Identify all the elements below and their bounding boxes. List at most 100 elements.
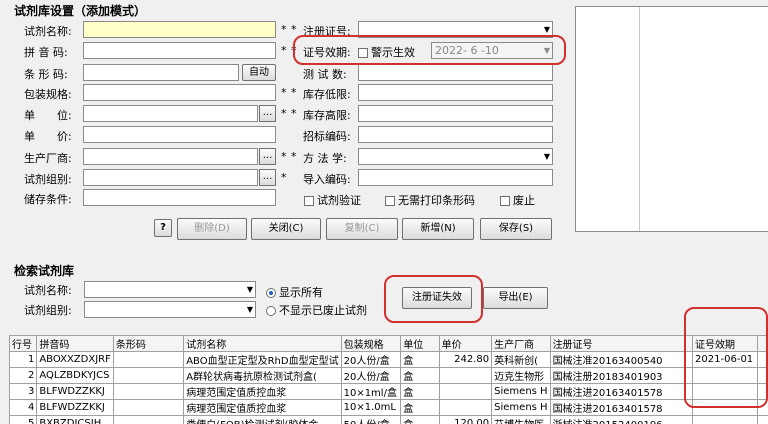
search-name-select[interactable]: ▼: [84, 281, 256, 298]
auto-button[interactable]: 自动: [242, 64, 276, 81]
table-cell: BLFWDZZKKJ: [36, 399, 114, 416]
table-cell: [438, 399, 493, 416]
ellipsis-button[interactable]: ...: [259, 105, 276, 122]
field-label: 生产厂商:: [24, 152, 72, 165]
reagent-verify-label: 试剂验证: [317, 194, 361, 207]
search-group-label: 试剂组别:: [24, 304, 72, 317]
table-row[interactable]: 2 AQLZBDKYJCS A群轮状病毒抗原检测试剂盒(20人份/盒盒 迈克生物形 国械…: [9, 367, 768, 384]
column-header[interactable]: 条形码: [112, 335, 185, 352]
chevron-down-icon: ▼: [543, 152, 550, 161]
table-row[interactable]: 1 ABOXXZDXJRF ABO血型正定型及RhD血型定型试 20人份/盒盒 242.…: [9, 351, 768, 368]
field-input[interactable]: [83, 126, 276, 143]
export-button[interactable]: 导出(E): [483, 287, 548, 309]
table-cell: ABOXXZDXJRF: [36, 351, 114, 368]
field-label: 拼 音 码:: [24, 46, 68, 59]
table-cell: 病理范围定值质控血浆: [183, 399, 342, 416]
table-row[interactable]: 3 BLFWDZZKKJ 病理范围定值质控血浆 10×1ml/盒盒 Siemens H国…: [9, 383, 768, 400]
field-input[interactable]: [358, 105, 553, 122]
required-star: *: [281, 44, 287, 57]
chevron-down-icon: ▼: [246, 285, 253, 294]
table-cell: 国械注准20163400540: [549, 351, 694, 368]
field-input[interactable]: [83, 148, 258, 165]
table-row[interactable]: 4 BLFWDZZKKJ 病理范围定值质控血浆 10×1.0mL 盒 Siemens H国…: [9, 399, 768, 416]
field-label: 单 价:: [24, 130, 72, 143]
field-label: 测 试 数:: [303, 68, 347, 81]
field-input[interactable]: [83, 21, 276, 38]
no-barcode-checkbox[interactable]: 无需打印条形码: [385, 192, 475, 208]
search-title: 检索试剂库: [14, 264, 75, 278]
table-cell: 5: [9, 415, 38, 424]
no-barcode-label: 无需打印条形码: [398, 194, 475, 207]
annotation-ring-expiry-column: [684, 307, 768, 408]
table-cell: 3: [9, 383, 38, 400]
radio-show-all[interactable]: 显示所有: [266, 284, 323, 300]
reagent-verify-checkbox[interactable]: 试剂验证: [304, 192, 361, 208]
required-star: *: [291, 150, 297, 163]
table-cell: 10×1ml/盒: [340, 383, 402, 400]
table-cell: [692, 415, 759, 424]
table-cell: 盒: [400, 351, 440, 368]
field-input[interactable]: [358, 64, 553, 81]
ellipsis-button[interactable]: ...: [259, 169, 276, 186]
field-input[interactable]: [83, 84, 276, 101]
column-header[interactable]: 拼音码: [36, 335, 114, 352]
field-input[interactable]: [83, 42, 276, 59]
column-header[interactable]: 单价: [438, 335, 493, 352]
table-cell: 242.80: [438, 351, 493, 368]
table-cell: 20人份/盒: [340, 367, 402, 384]
table-cell: 病理范围定值质控血浆: [183, 383, 342, 400]
required-star: *: [281, 23, 287, 36]
field-input[interactable]: ▼: [358, 148, 553, 165]
copy-button[interactable]: 复制(C): [326, 218, 398, 240]
field-label: 导入编码:: [303, 173, 351, 186]
column-header[interactable]: 行号: [9, 335, 38, 352]
chevron-down-icon: ▼: [246, 305, 253, 314]
table-cell: 50人份/盒: [340, 415, 402, 424]
search-name-label: 试剂名称:: [24, 284, 72, 297]
required-star: *: [281, 107, 287, 120]
help-button[interactable]: ?: [154, 219, 172, 237]
column-header[interactable]: 生产厂商: [491, 335, 551, 352]
close-button[interactable]: 关闭(C): [251, 218, 321, 240]
field-label: 试剂名称:: [24, 25, 72, 38]
table-cell: ABO血型正定型及RhD血型定型试: [183, 351, 342, 368]
table-cell: A群轮状病毒抗原检测试剂盒(: [183, 367, 342, 384]
table-cell: 盒: [400, 415, 440, 424]
table-cell: BXBZDJCSJH: [36, 415, 114, 424]
table-cell: Siemens H: [491, 399, 551, 416]
field-input[interactable]: [83, 189, 276, 206]
field-input[interactable]: [83, 169, 258, 186]
table-cell: 国械注进20163401578: [549, 383, 694, 400]
field-label: 单 位:: [24, 109, 72, 122]
table-cell: 10×1.0mL: [340, 399, 402, 416]
field-label: 条 形 码:: [24, 68, 68, 81]
radio-hide-abolished[interactable]: 不显示已废止试剂: [266, 302, 367, 318]
table-cell: [112, 367, 185, 384]
abolish-checkbox[interactable]: 废止: [500, 192, 535, 208]
table-cell: 迈克生物形: [491, 367, 551, 384]
field-input[interactable]: [358, 169, 553, 186]
radio-hide-abolished-label: 不显示已废止试剂: [279, 304, 367, 317]
column-header[interactable]: 包装规格: [340, 335, 402, 352]
table-cell: [112, 351, 185, 368]
required-star: *: [291, 107, 297, 120]
table-row[interactable]: 5BXBZDJCSJH 粪便白(FOB)检测试剂(胶体金50人份/盒盒120.00…: [9, 415, 768, 424]
field-input[interactable]: [83, 105, 258, 122]
table-cell: 国械注进20163401578: [549, 399, 694, 416]
search-group-select[interactable]: ▼: [84, 301, 256, 318]
table-cell: 浙械注准20152400196: [549, 415, 694, 424]
panel-divider: [639, 7, 640, 231]
table-cell: 英科新创(: [491, 351, 551, 368]
add-button[interactable]: 新增(N): [402, 218, 474, 240]
column-header[interactable]: 试剂名称: [183, 335, 342, 352]
ellipsis-button[interactable]: ...: [259, 148, 276, 165]
field-input[interactable]: [83, 64, 239, 81]
column-header[interactable]: 单位: [400, 335, 440, 352]
field-input[interactable]: [358, 84, 553, 101]
column-header[interactable]: 注册证号: [549, 335, 694, 352]
required-star: *: [281, 171, 287, 184]
required-star: *: [281, 150, 287, 163]
field-input[interactable]: [358, 126, 553, 143]
delete-button[interactable]: 删除(D): [177, 218, 247, 240]
save-button[interactable]: 保存(S): [480, 218, 552, 240]
